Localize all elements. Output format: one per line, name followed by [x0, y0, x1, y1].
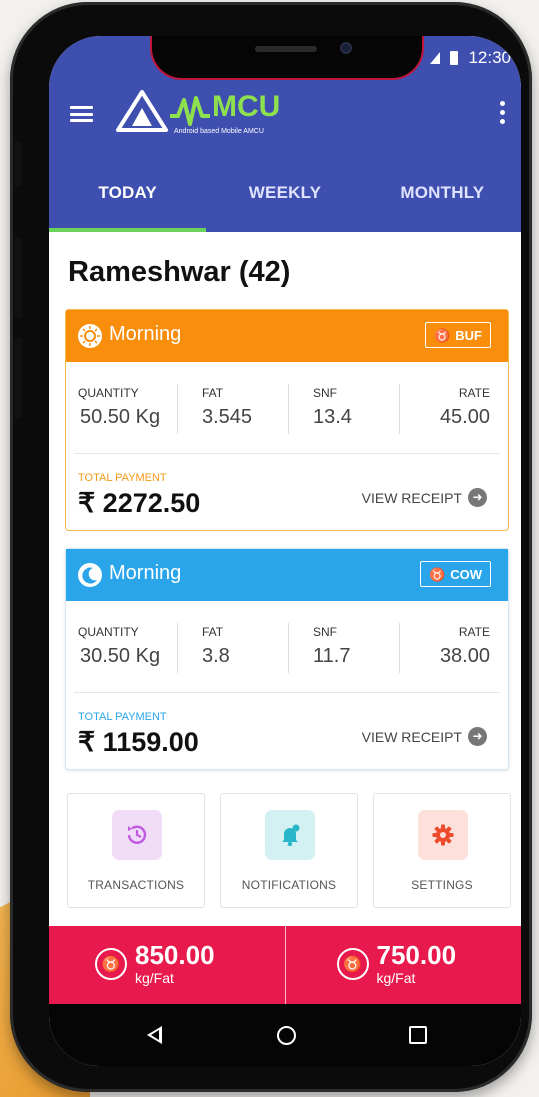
side-button	[14, 142, 22, 186]
tile-label: NOTIFICATIONS	[241, 878, 337, 892]
stats-row: QUANTITY 30.50 Kg FAT 3.8 SNF 11.7 RATE …	[66, 623, 510, 673]
stat-value: 3.8	[202, 645, 230, 667]
shift-label: Morning	[109, 562, 182, 584]
buffalo-icon: ♉	[95, 948, 127, 980]
transactions-tile[interactable]: TRANSACTIONS	[67, 793, 205, 908]
stat-fat: FAT 3.8	[177, 623, 288, 673]
card-header: Morning ♉ BUF	[66, 310, 508, 362]
animal-chip: ♉ COW	[420, 561, 491, 587]
stat-rate: RATE 38.00	[399, 623, 510, 673]
cow-icon: ♉	[429, 566, 446, 582]
gear-icon	[418, 810, 468, 860]
buffalo-rate: ♉ 850.00 kg/Fat	[49, 926, 285, 1004]
quick-actions: TRANSACTIONS NOTIFICATIONS SETTINGS	[67, 793, 511, 908]
rate-bar: ♉ 850.00 kg/Fat ♉ 750.00 kg/Fat	[49, 926, 521, 1004]
history-icon	[112, 810, 162, 860]
divider	[74, 692, 500, 693]
tile-label: SETTINGS	[411, 878, 473, 892]
stat-rate: RATE 45.00	[399, 384, 510, 434]
rate-value: 850.00	[135, 940, 215, 970]
status-time: 12:30	[468, 48, 511, 67]
cow-rate: ♉ 750.00 kg/Fat	[284, 926, 522, 1004]
buffalo-icon: ♉	[434, 327, 451, 343]
stat-snf: SNF 11.7	[288, 623, 399, 673]
battery-icon	[450, 51, 459, 65]
signal-icon	[430, 52, 441, 64]
collection-card-buffalo: Morning ♉ BUF QUANTITY 50.50 Kg FAT 3.54…	[65, 309, 509, 531]
view-receipt-button[interactable]: VIEW RECEIPT ➜	[362, 488, 487, 507]
stat-label: FAT	[202, 386, 224, 400]
main-content: Rameshwar (42) Morning ♉ BUF QUANTITY 50…	[49, 232, 521, 926]
logo-subtitle: Android based Mobile AMCU	[174, 128, 264, 135]
screen: 12:30 MCU Android based Mobile AMCU TODA…	[49, 36, 521, 1066]
cow-icon: ♉	[336, 948, 369, 980]
rate-unit: kg/Fat	[376, 970, 416, 986]
animal-chip: ♉ BUF	[425, 322, 491, 348]
stat-label: SNF	[313, 386, 337, 400]
stat-label: SNF	[313, 625, 337, 639]
speaker	[255, 46, 317, 52]
stat-label: QUANTITY	[78, 386, 139, 400]
app-logo: MCU Android based Mobile AMCU	[112, 86, 292, 142]
system-nav-bar	[49, 1004, 521, 1066]
phone-frame: 12:30 MCU Android based Mobile AMCU TODA…	[10, 2, 532, 1092]
arrow-right-icon: ➜	[468, 488, 487, 507]
back-icon[interactable]	[147, 1026, 162, 1044]
payment-value: ₹ 2272.50	[78, 488, 201, 518]
stat-fat: FAT 3.545	[177, 384, 288, 434]
app-bar: MCU Android based Mobile AMCU	[49, 76, 521, 154]
logo-text: MCU	[212, 90, 281, 123]
period-tabs: TODAY WEEKLY MONTHLY	[49, 154, 521, 232]
view-receipt-label: VIEW RECEIPT	[361, 489, 462, 506]
payment-label: TOTAL PAYMENT	[78, 472, 167, 484]
notifications-tile[interactable]: NOTIFICATIONS	[220, 793, 358, 908]
tile-label: TRANSACTIONS	[87, 878, 185, 892]
stat-value: 45.00	[439, 406, 490, 428]
notch	[152, 36, 422, 78]
recent-apps-icon[interactable]	[409, 1026, 427, 1044]
side-button	[14, 338, 22, 418]
payment-value: ₹ 1159.00	[78, 727, 199, 757]
stat-value: 13.4	[313, 406, 352, 428]
stat-label: RATE	[458, 386, 490, 400]
arrow-right-icon: ➜	[468, 727, 487, 746]
divider	[74, 453, 500, 454]
tab-monthly[interactable]: MONTHLY	[364, 154, 521, 232]
stat-value: 50.50 Kg	[80, 406, 161, 428]
stat-quantity: QUANTITY 30.50 Kg	[66, 623, 177, 673]
home-icon[interactable]	[277, 1026, 296, 1045]
stats-row: QUANTITY 50.50 Kg FAT 3.545 SNF 13.4 RAT…	[66, 384, 510, 434]
tab-weekly[interactable]: WEEKLY	[206, 154, 363, 232]
rate-unit: kg/Fat	[135, 970, 174, 986]
collection-card-cow: Morning ♉ COW QUANTITY 30.50 Kg FAT 3.8	[65, 548, 509, 770]
stat-label: RATE	[458, 625, 490, 639]
shift-label: Morning	[109, 323, 182, 345]
settings-tile[interactable]: SETTINGS	[373, 793, 511, 908]
animal-label: COW	[450, 566, 482, 582]
stat-snf: SNF 13.4	[288, 384, 399, 434]
payment-label: TOTAL PAYMENT	[78, 711, 167, 723]
menu-icon[interactable]	[70, 106, 93, 122]
animal-label: BUF	[455, 327, 482, 343]
card-header: Morning ♉ COW	[66, 549, 508, 601]
stat-label: QUANTITY	[78, 625, 139, 639]
moon-icon	[78, 563, 102, 587]
farmer-name: Rameshwar (42)	[68, 256, 291, 288]
side-button	[14, 238, 22, 318]
rate-value: 750.00	[376, 940, 457, 970]
view-receipt-label: VIEW RECEIPT	[361, 728, 462, 745]
tab-today[interactable]: TODAY	[49, 154, 207, 232]
stat-value: 38.00	[439, 645, 490, 667]
stat-quantity: QUANTITY 50.50 Kg	[66, 384, 177, 434]
stat-value: 30.50 Kg	[80, 645, 161, 667]
more-options-icon[interactable]	[500, 101, 506, 128]
bell-icon	[265, 810, 315, 860]
camera	[340, 42, 352, 54]
stat-label: FAT	[202, 625, 224, 639]
view-receipt-button[interactable]: VIEW RECEIPT ➜	[362, 727, 487, 746]
stat-value: 11.7	[313, 645, 351, 667]
stat-value: 3.545	[202, 406, 253, 428]
sun-icon	[78, 324, 102, 348]
